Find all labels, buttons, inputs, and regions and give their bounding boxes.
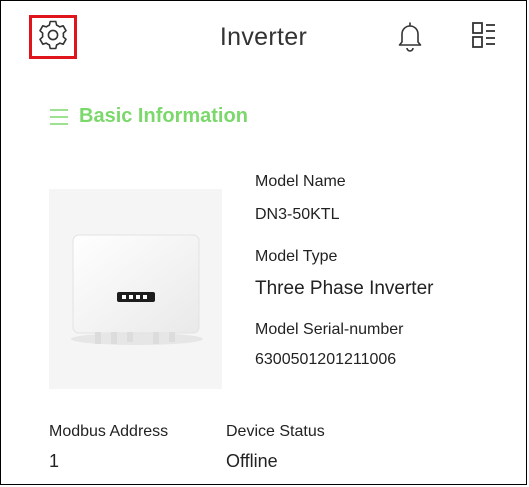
- bell-icon: [396, 20, 424, 57]
- app-frame: Inverter Basic Information Model Name DN…: [0, 0, 527, 485]
- model-name-value-wrap: DN3-50KTL: [255, 206, 339, 224]
- model-type-value: Three Phase Inverter: [255, 278, 434, 299]
- model-name-value: DN3-50KTL: [255, 206, 340, 223]
- status-label: Device Status: [226, 423, 325, 440]
- header-bar: Inverter: [1, 1, 526, 71]
- section-heading: Basic Information: [49, 105, 248, 128]
- modbus-field: Modbus Address 1: [49, 423, 168, 472]
- serial-block: Model Serial-number: [255, 321, 404, 339]
- model-type-block: Model Type: [255, 248, 337, 266]
- serial-label: Model Serial-number: [255, 321, 404, 338]
- grid-list-icon: [471, 21, 497, 54]
- notification-button[interactable]: [395, 21, 425, 55]
- serial-value: 6300501201211006: [255, 351, 397, 368]
- menu-button[interactable]: [469, 21, 499, 53]
- device-image: [49, 189, 222, 389]
- status-value: Offline: [226, 451, 278, 471]
- page-title: Inverter: [219, 23, 308, 51]
- model-name-label: Model Name: [255, 173, 346, 190]
- model-name-block: Model Name: [255, 173, 346, 191]
- section-title: Basic Information: [79, 105, 248, 127]
- modbus-label: Modbus Address: [49, 423, 169, 440]
- modbus-value: 1: [49, 451, 60, 471]
- serial-value-wrap: 6300501201211006: [255, 351, 396, 369]
- model-type-value-wrap: Three Phase Inverter: [255, 278, 433, 300]
- status-field: Device Status Offline: [226, 423, 325, 472]
- model-type-label: Model Type: [255, 248, 338, 265]
- list-lines-icon: [49, 108, 69, 126]
